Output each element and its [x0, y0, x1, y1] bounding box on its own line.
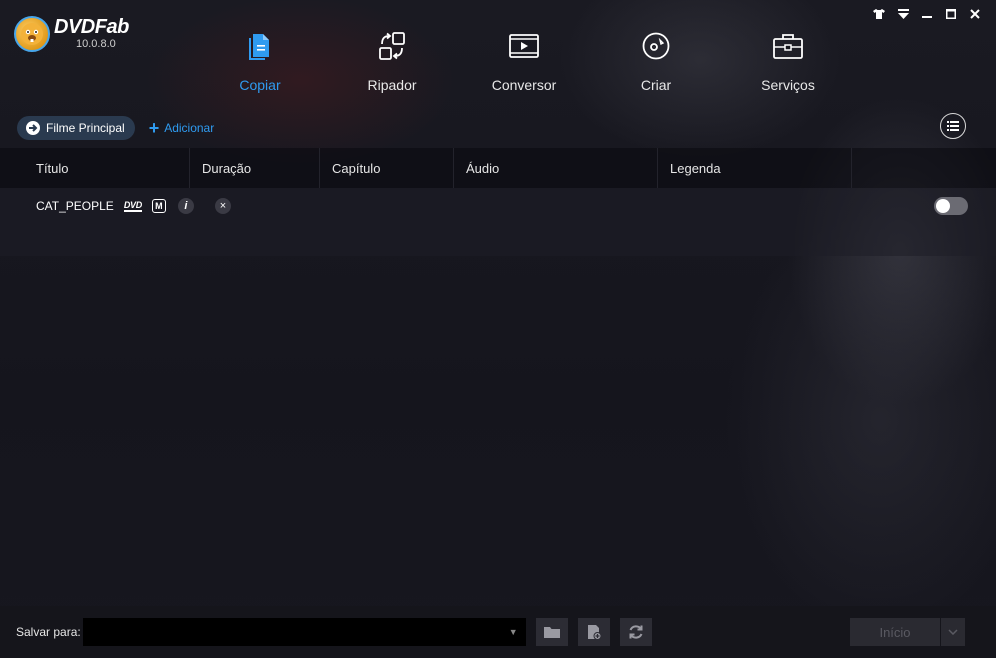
column-header-title: Título	[0, 148, 190, 188]
refresh-button[interactable]	[619, 618, 652, 646]
plus-icon: +	[148, 118, 160, 138]
nav-criar[interactable]: Criar	[590, 30, 722, 93]
beaver-logo-icon	[14, 16, 50, 52]
close-icon[interactable]	[968, 7, 982, 21]
list-icon	[947, 121, 959, 131]
nav-servicos[interactable]: Serviços	[722, 30, 854, 93]
nav-conversor[interactable]: Conversor	[458, 30, 590, 93]
nav-label: Ripador	[367, 77, 417, 93]
column-header-chapter: Capítulo	[320, 148, 454, 188]
row-toggle[interactable]	[934, 197, 968, 215]
iso-output-button[interactable]	[577, 618, 610, 646]
column-header-duration: Duração	[190, 148, 320, 188]
converter-icon	[508, 30, 540, 62]
table-header: Título Duração Capítulo Áudio Legenda	[0, 148, 996, 188]
app-name: DVDFab	[54, 16, 129, 38]
list-view-button[interactable]	[940, 113, 966, 139]
window-controls	[872, 7, 982, 21]
ripper-icon	[376, 30, 408, 62]
menu-down-icon[interactable]	[896, 7, 910, 21]
disc-create-icon	[640, 30, 672, 62]
maximize-icon[interactable]	[944, 7, 958, 21]
remove-button[interactable]: ×	[214, 198, 231, 214]
toolbox-icon	[772, 30, 804, 62]
app-version: 10.0.8.0	[76, 38, 116, 50]
app-logo: DVDFab 10.0.8.0	[14, 16, 129, 52]
browse-folder-button[interactable]	[535, 618, 568, 646]
copy-icon	[244, 30, 276, 62]
toggle-knob	[936, 199, 950, 213]
row-title: CAT_PEOPLE	[36, 199, 114, 213]
nav-label: Criar	[640, 77, 672, 93]
table-row[interactable]: CAT_PEOPLE DVD M i ×	[36, 196, 968, 216]
nav-ripador[interactable]: Ripador	[326, 30, 458, 93]
dvd-video-icon: DVD	[123, 199, 142, 212]
add-label: Adicionar	[164, 121, 215, 135]
disc-add-icon	[587, 625, 602, 640]
chevron-down-icon	[948, 627, 958, 637]
add-source-button[interactable]: + Adicionar	[148, 118, 215, 138]
content-toolbar: Filme Principal + Adicionar	[17, 113, 968, 140]
minimize-icon[interactable]	[920, 7, 934, 21]
arrow-right-icon	[26, 121, 40, 135]
info-button[interactable]: i	[177, 198, 194, 214]
column-header-subtitle: Legenda	[658, 148, 852, 188]
nav-label: Copiar	[239, 77, 281, 93]
skin-icon[interactable]	[872, 7, 886, 21]
metadata-icon: M	[151, 199, 166, 213]
start-button[interactable]: Início	[850, 618, 940, 646]
column-header-audio: Áudio	[454, 148, 658, 188]
output-path-input[interactable]	[82, 618, 526, 646]
nav-label: Serviços	[761, 77, 815, 93]
app-window: DVDFab 10.0.8.0 Copiar Ripador Conversor…	[0, 0, 996, 658]
folder-icon	[543, 627, 560, 638]
refresh-icon	[629, 625, 643, 639]
main-nav: Copiar Ripador Conversor Criar Serviços	[194, 30, 854, 93]
start-options-dropdown[interactable]	[941, 618, 965, 646]
save-to-label: Salvar para:	[16, 625, 81, 639]
mode-label: Filme Principal	[46, 121, 125, 135]
bottom-bar: Salvar para: ▼ Início	[0, 606, 996, 658]
nav-copiar[interactable]: Copiar	[194, 30, 326, 93]
mode-selector-button[interactable]: Filme Principal	[17, 116, 135, 140]
nav-label: Conversor	[491, 77, 557, 93]
table-body: CAT_PEOPLE DVD M i ×	[0, 188, 996, 256]
output-path-combo: ▼	[81, 618, 526, 646]
